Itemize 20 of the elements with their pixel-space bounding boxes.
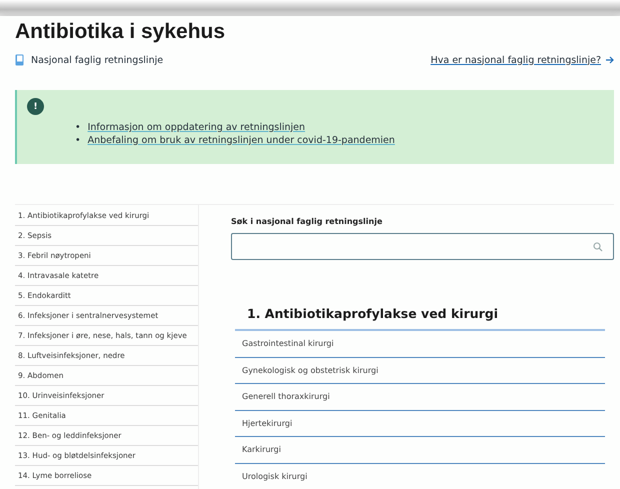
- guideline-type-label: Nasjonal faglig retningslinje: [31, 54, 164, 66]
- page-title: Antibiotika i sykehus: [15, 19, 226, 45]
- subchapter-link[interactable]: Karkirurgi: [235, 436, 605, 462]
- info-link[interactable]: Hva er nasjonal faglig retningslinje?: [430, 54, 601, 66]
- search-label: Søk i nasjonal faglig retningslinje: [231, 217, 384, 226]
- search-icon[interactable]: [593, 242, 603, 252]
- bullet: •: [75, 121, 81, 134]
- subchapter-link[interactable]: Hjertekirurgi: [235, 410, 605, 436]
- bullet: •: [75, 134, 81, 147]
- subchapter-link[interactable]: Urologisk kirurgi: [235, 462, 605, 489]
- subchapter-link[interactable]: Gynekologisk og obstetrisk kirurgi: [235, 356, 605, 383]
- alert-icon: !: [27, 98, 44, 115]
- subchapter-link[interactable]: Gastrointestinal kirurgi: [235, 329, 605, 356]
- section-heading: 1. Antibiotikaprofylakse ved kirurgi: [247, 305, 500, 323]
- search-field[interactable]: [231, 233, 614, 260]
- document-icon: [15, 54, 24, 66]
- arrow-right-icon: [606, 56, 614, 64]
- notice-link[interactable]: Anbefaling om bruk av retningslinjen under covid-19-pandemien: [88, 134, 395, 147]
- notice-link[interactable]: Informasjon om oppdatering av retningslinjen: [88, 121, 306, 134]
- subchapter-link[interactable]: Generell thoraxkirurgi: [235, 383, 605, 410]
